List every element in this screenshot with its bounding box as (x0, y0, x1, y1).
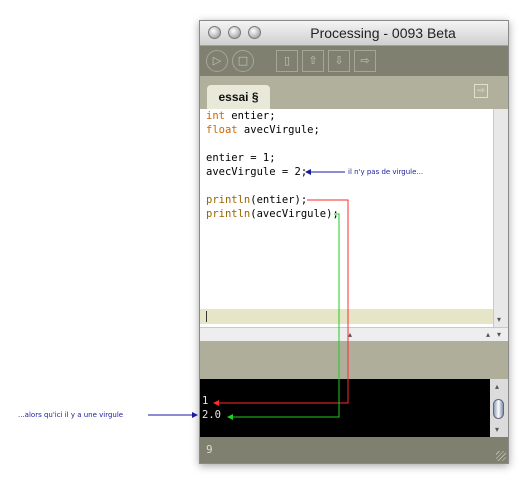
annotation-arrows (148, 169, 349, 420)
arrow-green-avecvirgule (227, 213, 340, 420)
arrow-red-entier (213, 199, 349, 406)
